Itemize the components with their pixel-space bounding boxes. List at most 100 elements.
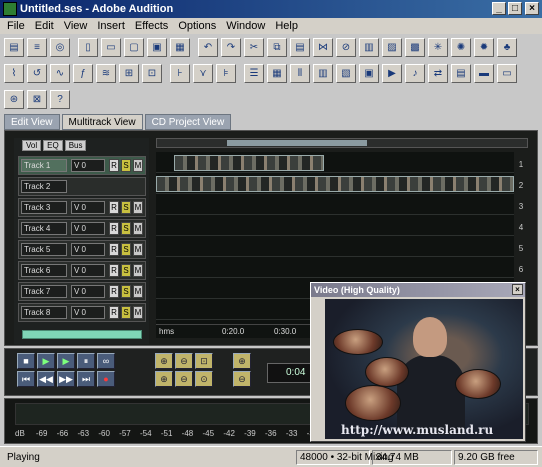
silence-icon[interactable]: ▥: [359, 37, 379, 57]
mute-button[interactable]: M: [133, 201, 143, 214]
track-volume[interactable]: V 0: [71, 201, 105, 214]
zoom-in-horizontal-icon[interactable]: ⊕: [155, 353, 173, 369]
zoom-full-icon[interactable]: ⊡: [195, 353, 213, 369]
effects-icon[interactable]: ✺: [451, 37, 471, 57]
close-file-icon[interactable]: ▢: [124, 37, 144, 57]
track-row[interactable]: Track 8 V 0 R S M: [18, 303, 146, 322]
insert-icon[interactable]: ⊧: [216, 63, 236, 83]
track-name[interactable]: Track 5: [21, 243, 67, 256]
pause-button[interactable]: ⏸: [77, 353, 95, 369]
amplify-icon[interactable]: ▨: [382, 37, 402, 57]
video-window[interactable]: Video (High Quality) × http://www.muslan…: [310, 282, 526, 442]
track-volume[interactable]: V 0: [71, 285, 105, 298]
loop-button[interactable]: ∞: [97, 353, 115, 369]
mute-button[interactable]: M: [133, 159, 143, 172]
solo-button[interactable]: S: [121, 222, 131, 235]
bars-icon[interactable]: ▥: [313, 63, 333, 83]
menu-file[interactable]: File: [2, 18, 30, 34]
fast-forward-button[interactable]: ▶▶: [57, 371, 75, 387]
track-volume[interactable]: V 0: [71, 159, 105, 172]
record-arm-button[interactable]: R: [109, 201, 119, 214]
vol-button[interactable]: Vol: [22, 140, 42, 151]
track-name[interactable]: Track 2: [21, 180, 67, 193]
cut-icon[interactable]: ✂: [244, 37, 264, 57]
mixer-icon[interactable]: ▦: [267, 63, 287, 83]
track-name[interactable]: Track 4: [21, 222, 67, 235]
tab-multitrack-view[interactable]: Multitrack View: [61, 114, 143, 130]
play-button[interactable]: ▶: [37, 353, 55, 369]
mute-button[interactable]: M: [133, 285, 143, 298]
video-window-title-bar[interactable]: Video (High Quality) ×: [311, 283, 525, 297]
redo-icon[interactable]: ↷: [221, 37, 241, 57]
go-to-end-button[interactable]: ⏭: [77, 371, 95, 387]
record-arm-button[interactable]: R: [109, 306, 119, 319]
record-arm-button[interactable]: R: [109, 264, 119, 277]
help-icon[interactable]: ?: [50, 89, 70, 109]
tab-edit-view[interactable]: Edit View: [4, 114, 60, 130]
audio-clip[interactable]: [174, 155, 324, 171]
lock-icon[interactable]: ⊠: [27, 89, 47, 109]
session-overview-bar[interactable]: [156, 138, 528, 148]
record-arm-button[interactable]: R: [109, 243, 119, 256]
play-mode-icon[interactable]: ▶: [382, 63, 402, 83]
new-file-icon[interactable]: ▯: [78, 37, 98, 57]
menu-window[interactable]: Window: [221, 18, 270, 34]
video-close-button[interactable]: ×: [512, 284, 523, 295]
stop-button[interactable]: ■: [17, 353, 35, 369]
menu-insert[interactable]: Insert: [92, 18, 130, 34]
record-arm-button[interactable]: R: [109, 222, 119, 235]
solo-button[interactable]: S: [121, 243, 131, 256]
record-icon[interactable]: ♣: [497, 37, 517, 57]
trim-icon[interactable]: ⊘: [336, 37, 356, 57]
hybrid-tool-icon[interactable]: ⌇: [4, 63, 24, 83]
track-name[interactable]: Track 1: [21, 159, 67, 172]
tab-cd-project-view[interactable]: CD Project View: [144, 114, 232, 130]
rewind-button[interactable]: ◀◀: [37, 371, 55, 387]
loop-view-icon[interactable]: ▬: [474, 63, 494, 83]
sync-icon[interactable]: ⇄: [428, 63, 448, 83]
track-row[interactable]: Track 4 V 0 R S M: [18, 219, 146, 238]
spectrum-tool-icon[interactable]: ≋: [96, 63, 116, 83]
menu-view[interactable]: View: [59, 18, 93, 34]
paste-icon[interactable]: ▤: [290, 37, 310, 57]
save-icon[interactable]: ▣: [147, 37, 167, 57]
track-volume[interactable]: V 0: [71, 222, 105, 235]
zoom-out-horizontal-icon[interactable]: ⊖: [175, 353, 193, 369]
solo-button[interactable]: S: [121, 306, 131, 319]
normalize-icon[interactable]: ▩: [405, 37, 425, 57]
track-name[interactable]: Track 7: [21, 285, 67, 298]
track-row[interactable]: Track 5 V 0 R S M: [18, 240, 146, 259]
mute-button[interactable]: M: [133, 243, 143, 256]
track-row[interactable]: Track 6 V 0 R S M: [18, 261, 146, 280]
mix-paste-icon[interactable]: ⋈: [313, 37, 333, 57]
track-lane[interactable]: [156, 215, 514, 236]
zoom-selection-icon[interactable]: ⊙: [195, 371, 213, 387]
eq-button[interactable]: EQ: [43, 140, 63, 151]
track-icon[interactable]: ☰: [244, 63, 264, 83]
track-row[interactable]: Track 7 V 0 R S M: [18, 282, 146, 301]
close-button[interactable]: ×: [525, 2, 539, 15]
save-all-icon[interactable]: ▦: [170, 37, 190, 57]
solo-button[interactable]: S: [121, 159, 131, 172]
zoom-left-icon[interactable]: ⊕: [155, 371, 173, 387]
track-volume[interactable]: V 0: [71, 264, 105, 277]
track-lane[interactable]: [156, 173, 514, 194]
play-to-end-button[interactable]: ▶: [57, 353, 75, 369]
cue-icon[interactable]: ▤: [451, 63, 471, 83]
time-select-icon[interactable]: ⊦: [170, 63, 190, 83]
open-file-icon[interactable]: ▭: [101, 37, 121, 57]
menu-edit[interactable]: Edit: [30, 18, 59, 34]
overview-thumb[interactable]: [227, 140, 367, 146]
solo-button[interactable]: S: [121, 201, 131, 214]
record-arm-button[interactable]: R: [109, 159, 119, 172]
move-tool-icon[interactable]: ↺: [27, 63, 47, 83]
undo-icon[interactable]: ↶: [198, 37, 218, 57]
multitrack-view-tool-icon[interactable]: ≡: [27, 37, 47, 57]
noise-reduction-icon[interactable]: ✳: [428, 37, 448, 57]
maximize-button[interactable]: □: [508, 2, 522, 15]
zoom-out-vertical-icon[interactable]: ⊖: [233, 371, 251, 387]
snap-icon[interactable]: ⊛: [4, 89, 24, 109]
bpm-icon[interactable]: ♪: [405, 63, 425, 83]
track-name[interactable]: Track 6: [21, 264, 67, 277]
zoom-right-icon[interactable]: ⊖: [175, 371, 193, 387]
